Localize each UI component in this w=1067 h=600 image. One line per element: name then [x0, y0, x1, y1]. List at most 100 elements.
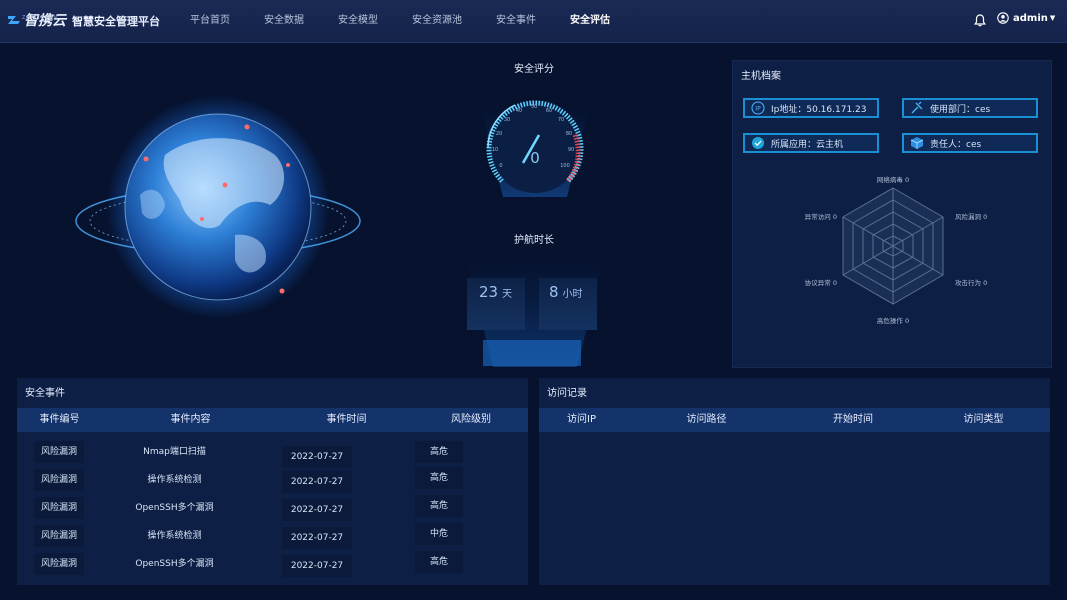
risk-level: 中危 — [415, 523, 463, 545]
col-risk-level: 风险级别 — [451, 414, 491, 425]
risk-level: 高危 — [415, 467, 463, 489]
visit-records-title: 访问记录 — [547, 388, 587, 399]
chevron-down-icon: ▼ — [1049, 14, 1056, 22]
event-content: OpenSSH多个漏洞 — [135, 559, 214, 569]
gauge-tick-label: 60 — [546, 108, 552, 114]
score-value: 0 — [530, 149, 540, 167]
threat-radar-chart: 网络病毒 0 风险漏洞 0 攻击行为 0 高危操作 0 协议异常 0 异常访问 … — [805, 175, 987, 325]
event-id: 风险漏洞 — [34, 441, 84, 463]
radar-label-attack: 攻击行为 0 — [955, 278, 987, 287]
event-time: 2022-07-27 — [282, 446, 352, 468]
user-avatar-icon — [997, 12, 1009, 24]
col-visit-path: 访问路径 — [686, 414, 727, 425]
radar-label-vulnerability: 风险漏洞 0 — [955, 212, 987, 221]
gauge-tick-label: 40 — [516, 108, 522, 114]
ip-icon: IP — [751, 101, 765, 115]
gauge-tick-label: 0 — [499, 163, 502, 169]
main-nav: 平台首页 安全数据 安全模型 安全资源池 安全事件 安全评估 — [190, 0, 644, 42]
gauge-tick-label: 20 — [496, 131, 502, 137]
col-event-time: 事件时间 — [326, 414, 367, 425]
gauge-tick-label: 80 — [566, 131, 572, 137]
event-time: 2022-07-27 — [282, 555, 352, 577]
table-row[interactable]: 风险漏洞 Nmap端口扫描 2022-07-27 高危 — [17, 441, 528, 468]
gauge-tick-label: 30 — [504, 117, 510, 123]
col-event-id: 事件编号 — [39, 414, 80, 425]
col-event-content: 事件内容 — [170, 414, 211, 425]
days-unit: 天 — [502, 289, 513, 300]
nav-security-assessment[interactable]: 安全评估 — [570, 0, 610, 42]
table-row[interactable]: 风险漏洞 操作系统检测 2022-07-27 中危 — [17, 523, 528, 549]
gauge-tick-label: 70 — [558, 117, 564, 123]
gauge-tick-label: 10 — [492, 147, 498, 153]
check-badge-icon — [751, 136, 765, 150]
platform-title: 智慧安全管理平台 — [72, 15, 160, 28]
col-visit-ip: 访问IP — [567, 414, 596, 425]
risk-level: 高危 — [415, 495, 463, 517]
ip-address-field: IP Ip地址：50.16.171.23 — [743, 98, 879, 118]
days-value: 23 天 — [479, 283, 512, 301]
logo-subtext: ZHIXIEYUN — [22, 15, 59, 21]
table-row[interactable]: 风险漏洞 OpenSSH多个漏洞 2022-07-27 高危 — [17, 551, 528, 577]
visits-table-header: 访问IP 访问路径 开始时间 访问类型 — [539, 408, 1050, 432]
gauge-tick-label: 100 — [560, 163, 570, 169]
nav-security-model[interactable]: 安全模型 — [338, 0, 378, 42]
top-bar: 智携云 ZHIXIEYUN 智慧安全管理平台 平台首页 安全数据 安全模型 安全… — [0, 0, 1067, 43]
cube-icon — [910, 136, 924, 150]
risk-level: 高危 — [415, 551, 463, 573]
table-row[interactable]: 风险漏洞 OpenSSH多个漏洞 2022-07-27 高危 — [17, 495, 528, 521]
event-id: 风险漏洞 — [34, 469, 84, 491]
event-content: 操作系统检测 — [147, 475, 202, 485]
security-score-gauge: 0 0 10 20 30 40 50 60 70 80 90 100 — [455, 75, 615, 200]
event-time: 2022-07-27 — [282, 499, 352, 521]
event-content: OpenSSH多个漏洞 — [135, 503, 214, 513]
radar-label-abnormal-access: 异常访问 0 — [805, 212, 837, 221]
radar-label-virus: 网络病毒 0 — [877, 175, 909, 184]
tools-icon — [910, 101, 924, 115]
hours-value: 8 小时 — [549, 283, 583, 301]
gauge-tick-label: 90 — [568, 147, 574, 153]
visit-records-panel: 访问记录 访问IP 访问路径 开始时间 访问类型 — [539, 378, 1050, 585]
radar-label-protocol: 协议异常 0 — [805, 278, 837, 287]
department-field: 使用部门：ces — [902, 98, 1038, 118]
event-time: 2022-07-27 — [282, 471, 352, 493]
application-field: 所属应用：云主机 — [743, 133, 879, 153]
events-table-header: 事件编号 事件内容 事件时间 风险级别 — [17, 408, 528, 432]
security-events-panel: 安全事件 事件编号 事件内容 事件时间 风险级别 风险漏洞 Nmap端口扫描 2… — [17, 378, 528, 585]
escort-duration-title: 护航时长 — [514, 235, 554, 246]
username: admin — [1013, 12, 1048, 24]
nav-resource-pool[interactable]: 安全资源池 — [412, 0, 462, 42]
col-start-time: 开始时间 — [833, 414, 873, 425]
table-row[interactable]: 风险漏洞 操作系统检测 2022-07-27 高危 — [17, 467, 528, 493]
security-events-title: 安全事件 — [25, 388, 65, 399]
logo-icon — [8, 16, 20, 24]
gauge-tick-label: 50 — [531, 104, 537, 110]
nav-security-data[interactable]: 安全数据 — [264, 0, 304, 42]
department-text: 使用部门：ces — [930, 104, 991, 115]
ip-address-text: Ip地址：50.16.171.23 — [771, 104, 867, 115]
event-time: 2022-07-27 — [282, 527, 352, 549]
host-profile-panel: 主机档案 IP Ip地址：50.16.171.23 使用部门：ces 所属应用：… — [732, 60, 1052, 368]
event-id: 风险漏洞 — [34, 553, 84, 575]
event-id: 风险漏洞 — [34, 525, 84, 547]
event-id: 风险漏洞 — [34, 497, 84, 519]
user-menu[interactable]: admin ▼ — [997, 12, 1055, 24]
owner-field: 责任人：ces — [902, 133, 1038, 153]
days-number: 23 — [479, 283, 499, 301]
hours-number: 8 — [549, 283, 559, 301]
security-score-title: 安全评分 — [514, 64, 554, 75]
host-profile-title: 主机档案 — [741, 71, 781, 82]
bell-icon[interactable] — [974, 14, 986, 27]
nav-home[interactable]: 平台首页 — [190, 0, 230, 42]
radar-label-high-risk-op: 高危操作 0 — [877, 316, 909, 325]
hours-unit: 小时 — [562, 289, 583, 300]
svg-text:IP: IP — [755, 106, 761, 113]
earth-globe — [70, 85, 370, 325]
owner-text: 责任人：ces — [930, 139, 982, 150]
col-visit-type: 访问类型 — [963, 414, 1004, 425]
nav-security-events[interactable]: 安全事件 — [496, 0, 536, 42]
risk-level: 高危 — [415, 441, 463, 463]
event-content: 操作系统检测 — [147, 531, 202, 541]
globe-illustration — [75, 95, 361, 319]
application-text: 所属应用：云主机 — [771, 139, 844, 150]
event-content: Nmap端口扫描 — [143, 447, 206, 457]
